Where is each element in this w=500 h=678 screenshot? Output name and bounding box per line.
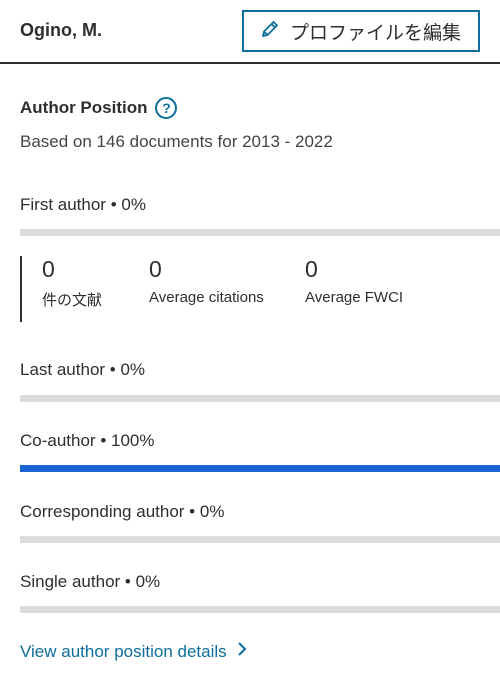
metric-value: 0 — [305, 256, 318, 282]
metric-label: Average FWCI — [305, 289, 404, 306]
last-author-bar — [20, 395, 500, 402]
first-author-label: First author • 0% — [20, 195, 146, 214]
position-name: Co-author — [20, 431, 96, 450]
view-author-position-details-link[interactable]: View author position details — [20, 641, 247, 662]
position-name: First author — [20, 195, 106, 214]
position-name: Corresponding author — [20, 502, 185, 521]
document-count-metric: 0 件の文献 — [42, 256, 102, 310]
last-author-label: Last author • 0% — [20, 360, 146, 379]
link-label: View author position details — [20, 641, 227, 661]
pencil-icon — [260, 19, 280, 44]
position-percent: 0% — [120, 360, 146, 379]
metric-label: 件の文献 — [42, 292, 103, 309]
corresponding-author-label: Corresponding author • 0% — [20, 502, 225, 521]
corresponding-author-bar — [20, 536, 500, 543]
documents-summary: Based on 146 documents for 2013 - 2022 — [20, 132, 333, 151]
co-author-bar — [20, 465, 500, 472]
position-percent: 0% — [121, 195, 146, 214]
position-percent: 100% — [111, 431, 155, 450]
first-author-metrics: 0 件の文献 0 Average citations 0 Average FWC… — [20, 256, 482, 322]
metric-value: 0 — [149, 256, 162, 282]
metric-value: 0 — [42, 256, 55, 282]
chevron-right-icon — [237, 641, 247, 662]
metric-label: Average citations — [149, 289, 264, 306]
single-author-label: Single author • 0% — [20, 572, 161, 591]
average-fwci-metric: 0 Average FWCI — [305, 256, 403, 306]
edit-profile-label: プロファイルを編集 — [290, 22, 462, 44]
help-circle-icon[interactable]: ? — [155, 97, 178, 119]
co-author-label: Co-author • 100% — [20, 431, 155, 450]
section-title: Author Position ? — [20, 97, 178, 119]
single-author-bar — [20, 606, 500, 613]
position-name: Last author — [20, 360, 106, 379]
profile-header: Ogino, M. プロファイルを編集 — [0, 0, 500, 64]
position-percent: 0% — [199, 502, 225, 521]
first-author-bar — [20, 229, 500, 236]
average-citations-metric: 0 Average citations — [149, 256, 264, 306]
co-author-bar-fill — [20, 465, 500, 472]
position-percent: 0% — [135, 572, 161, 591]
edit-profile-button[interactable]: プロファイルを編集 — [242, 10, 480, 52]
author-name: Ogino, M. — [20, 20, 102, 40]
position-name: Single author — [20, 572, 121, 591]
author-position-heading: Author Position — [20, 98, 148, 117]
